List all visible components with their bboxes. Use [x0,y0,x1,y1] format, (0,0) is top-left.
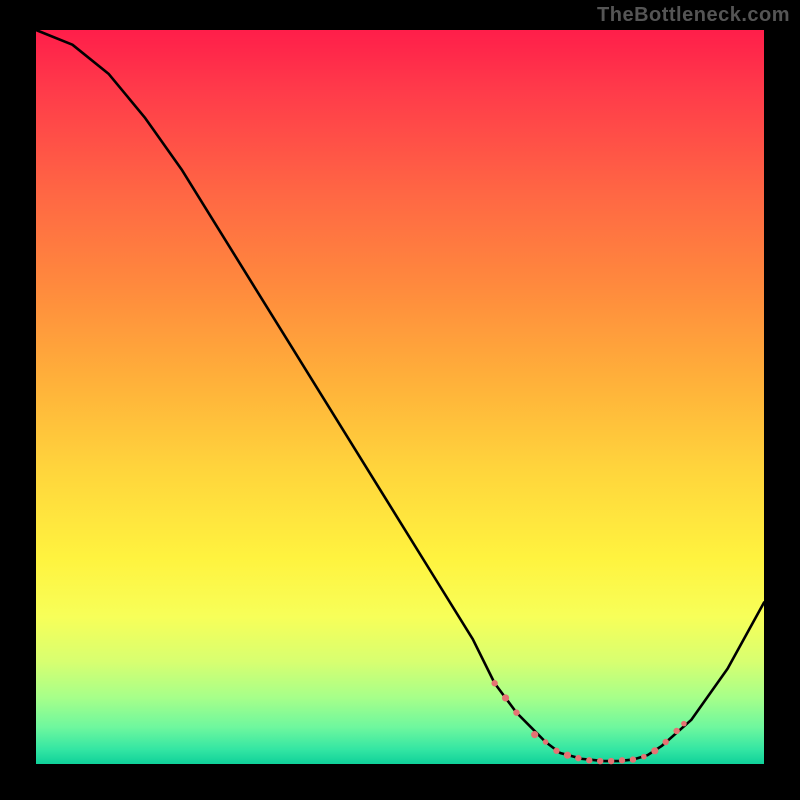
marker-dot [597,758,603,764]
plot-area [36,30,764,764]
marker-group [491,680,686,764]
marker-dot [502,694,509,701]
marker-dot [543,739,549,745]
marker-dot [641,754,647,760]
marker-dot [608,758,614,764]
marker-dot [630,756,636,762]
marker-dot [663,739,669,745]
marker-dot [491,680,497,686]
marker-dot [531,731,538,738]
watermark-label: TheBottleneck.com [597,4,790,27]
curve-svg [36,30,764,764]
marker-dot [575,755,581,761]
marker-dot [681,721,687,727]
marker-dot [513,709,519,715]
marker-dot [673,728,679,734]
bottleneck-curve [36,30,764,761]
marker-dot [651,747,658,754]
chart-frame: TheBottleneck.com [0,0,800,800]
marker-dot [564,752,571,759]
marker-dot [553,748,559,754]
marker-dot [586,757,592,763]
marker-dot [619,757,625,763]
